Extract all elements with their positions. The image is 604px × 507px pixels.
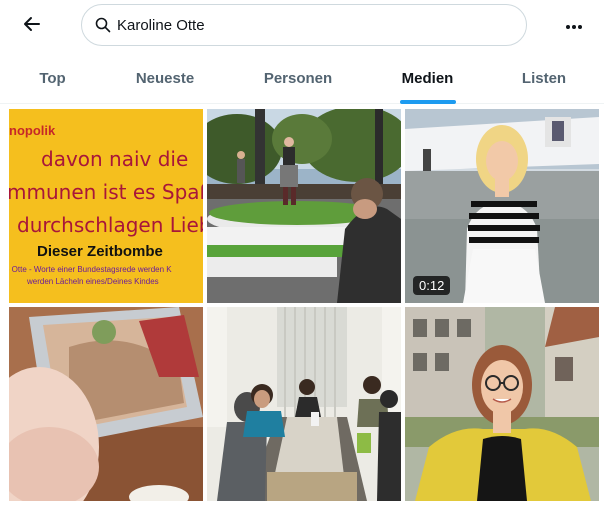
- active-tab-indicator: [399, 100, 456, 104]
- arrow-left-icon: [22, 14, 42, 39]
- more-options-button[interactable]: [556, 8, 592, 44]
- media-item-closeup-photo[interactable]: [9, 307, 203, 501]
- search-input[interactable]: [117, 16, 497, 34]
- closeup-image: [9, 307, 203, 501]
- media-item-stage-photo[interactable]: [207, 109, 401, 303]
- media-item-portrait-photo[interactable]: [405, 307, 599, 501]
- tab-latest[interactable]: Neueste: [105, 52, 225, 104]
- tab-label: Personen: [263, 69, 333, 87]
- video-duration-badge: 0:12: [413, 276, 451, 295]
- more-icon: [565, 17, 583, 35]
- tab-label: Neueste: [135, 69, 195, 87]
- media-item-video[interactable]: 0:12: [405, 109, 599, 303]
- back-button[interactable]: [14, 8, 50, 44]
- tab-lists[interactable]: Listen: [484, 52, 604, 104]
- search-box[interactable]: [81, 4, 527, 46]
- graphic-text-line: durchschlagen Liebe: [17, 213, 203, 237]
- tab-label: Top: [39, 69, 66, 87]
- graphic-text-line: mmunen ist es Spaß w: [9, 180, 203, 204]
- graphic-text-line: Dieser Zeitbombe: [37, 243, 163, 260]
- video-thumbnail-image: [405, 109, 599, 303]
- tab-label: Medien: [401, 69, 454, 87]
- media-item-text-graphic[interactable]: nopolik davon naiv die mmunen ist es Spa…: [9, 109, 203, 303]
- search-icon: [95, 17, 111, 33]
- graphic-text-line: werden Lächeln eines/Deines Kindes: [27, 277, 159, 286]
- graphic-text-line: e Otte - Worte einer Bundestagsrede werd…: [9, 265, 172, 274]
- tab-media[interactable]: Medien: [371, 52, 484, 104]
- tab-top[interactable]: Top: [0, 52, 105, 104]
- group-dinner-image: [207, 307, 401, 501]
- tab-label: Listen: [521, 69, 567, 87]
- tab-people[interactable]: Personen: [225, 52, 371, 104]
- media-grid: nopolik davon naiv die mmunen ist es Spa…: [0, 105, 604, 507]
- graphic-text-line: nopolik: [9, 123, 56, 138]
- graphic-text-line: davon naiv die: [41, 147, 189, 171]
- portrait-image: [405, 307, 599, 501]
- media-item-group-photo[interactable]: [207, 307, 401, 501]
- top-bar: [0, 0, 604, 52]
- stage-event-image: [207, 109, 401, 303]
- search-tabs: Top Neueste Personen Medien Listen: [0, 52, 604, 104]
